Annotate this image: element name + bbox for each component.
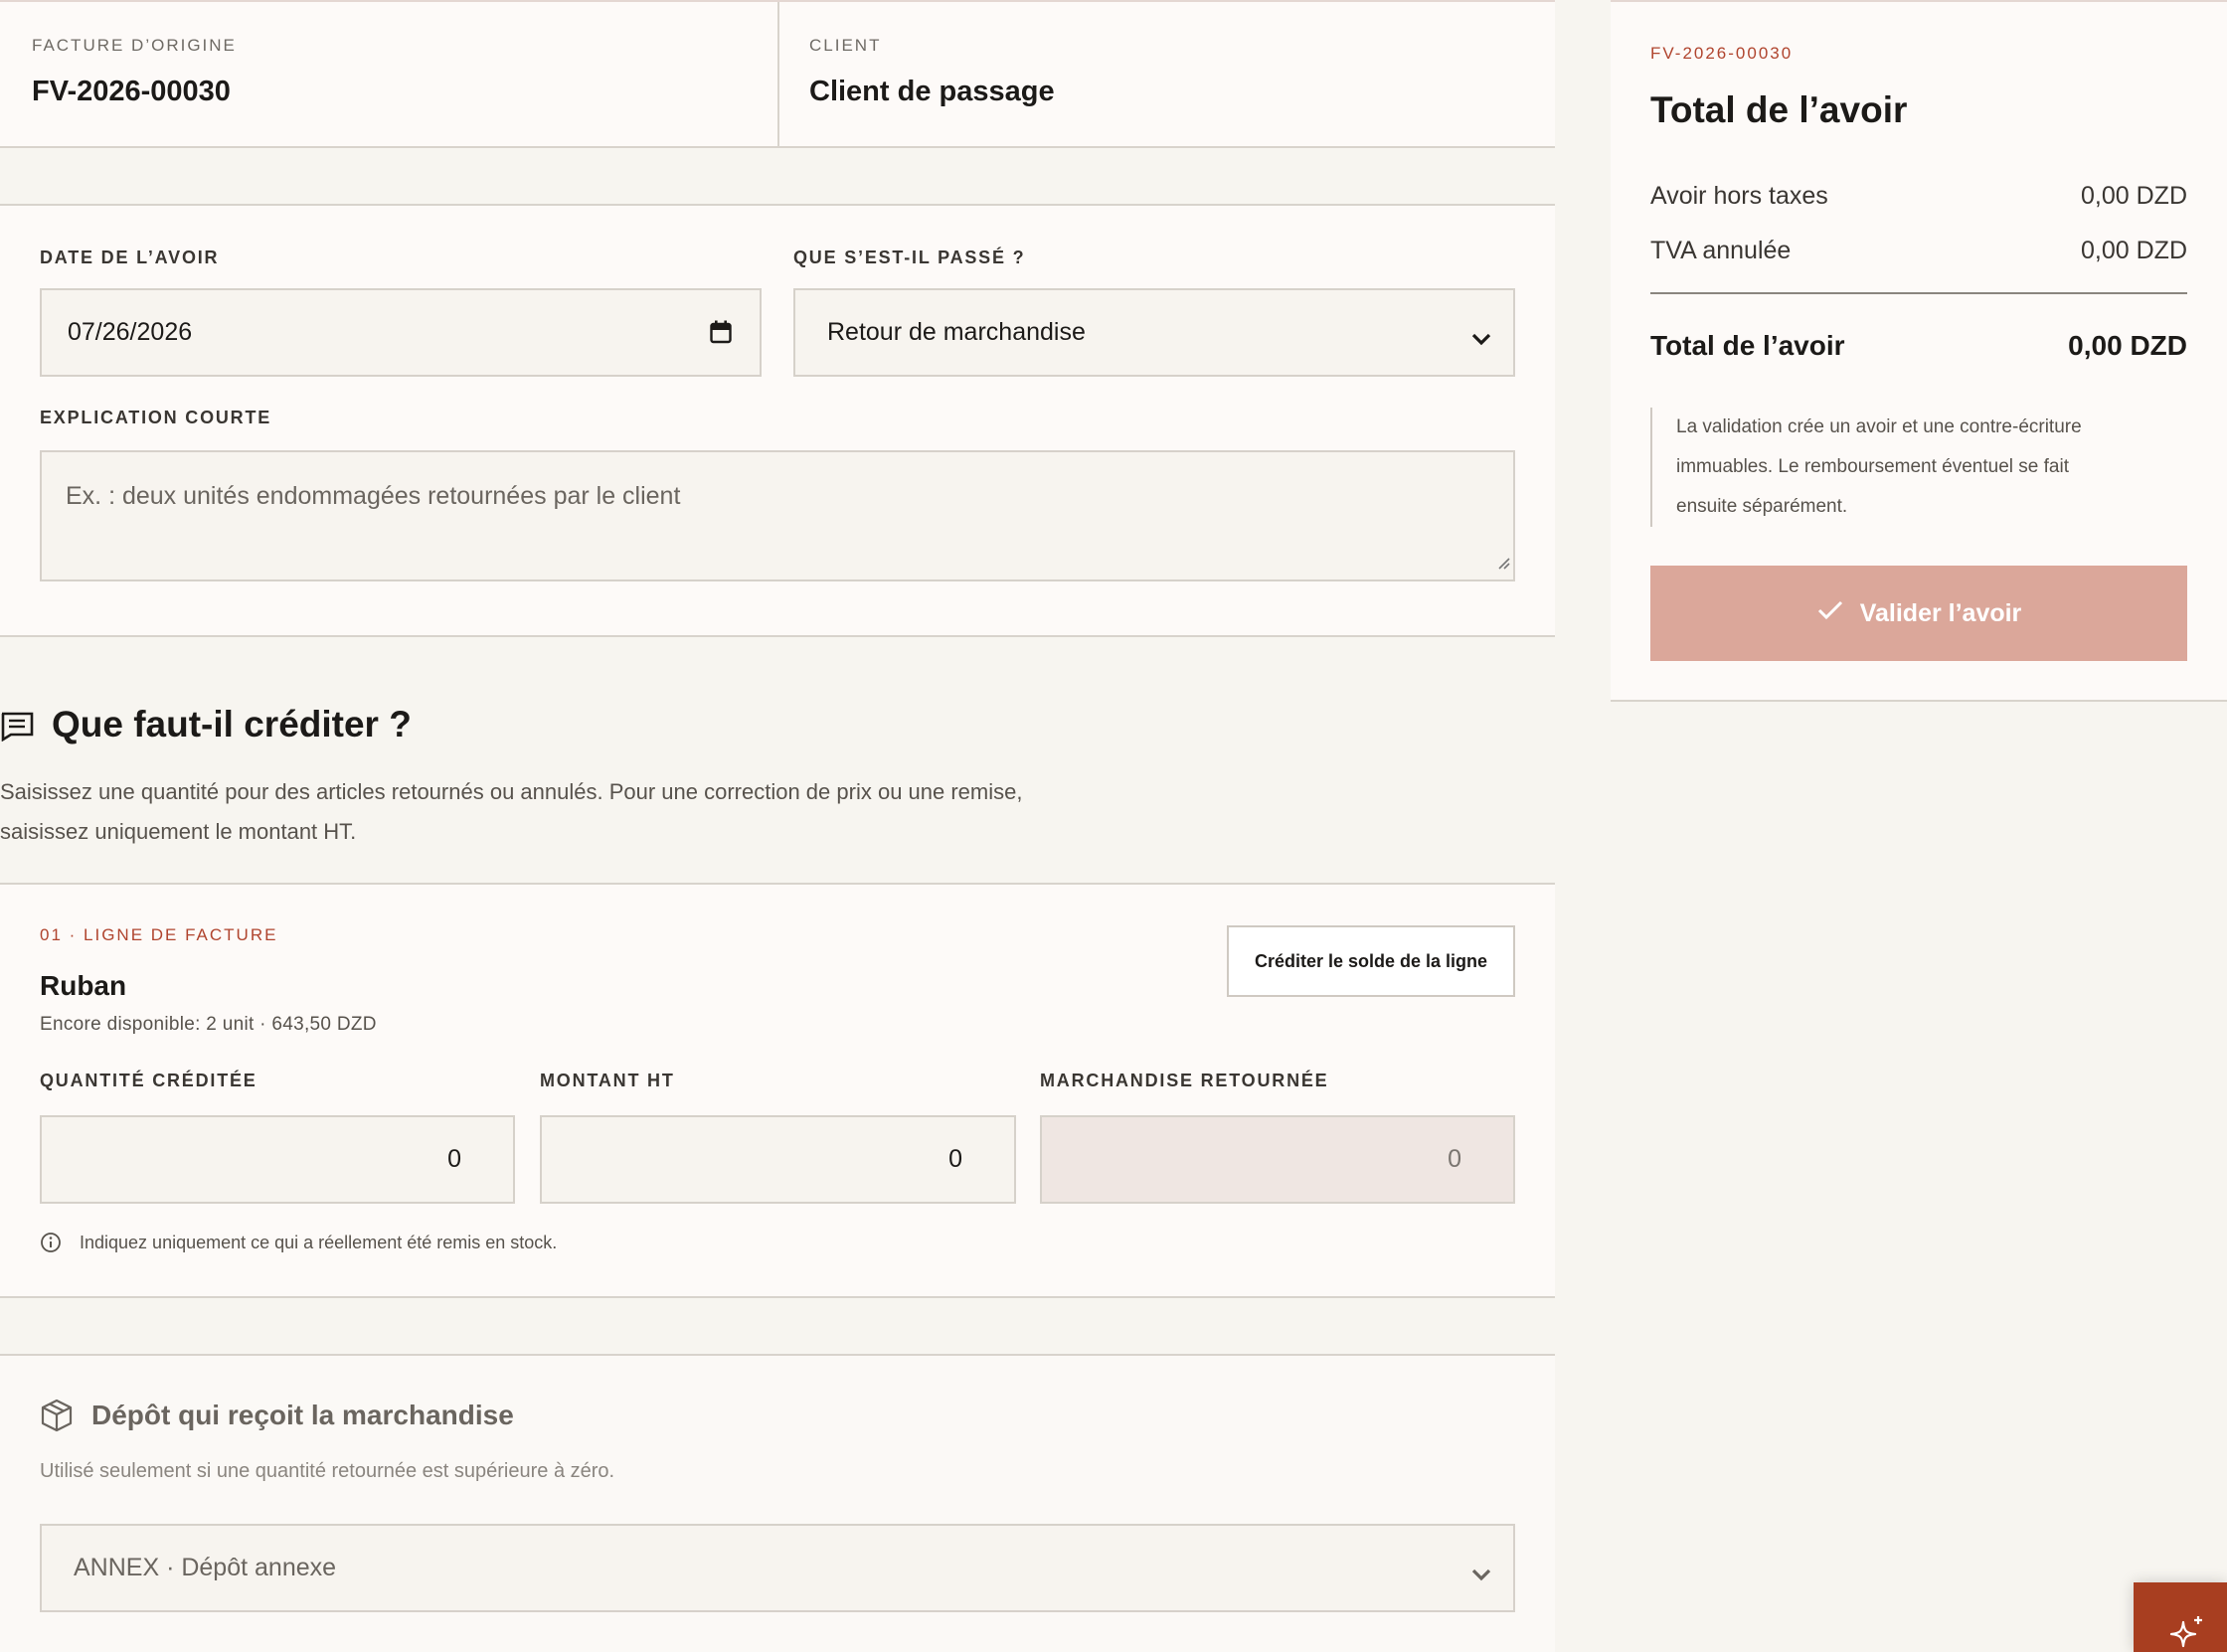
- origin-invoice-label: FACTURE D’ORIGINE: [32, 36, 237, 55]
- summary-total-label: Total de l’avoir: [1650, 330, 1845, 361]
- calendar-icon[interactable]: [710, 320, 732, 351]
- client-label: CLIENT: [809, 36, 882, 55]
- explanation-label: EXPLICATION COURTE: [40, 408, 272, 427]
- summary-total-row: Total de l’avoir 0,00 DZD: [1650, 330, 2187, 362]
- summary-title: Total de l’avoir: [1650, 89, 1908, 130]
- qty-input[interactable]: 0: [40, 1115, 515, 1204]
- depot-selected: ANNEX · Dépôt annexe: [74, 1554, 337, 1581]
- date-value: 07/26/2026: [68, 318, 193, 346]
- check-icon: [1816, 599, 1844, 628]
- client-value: Client de passage: [809, 76, 1055, 107]
- date-label: DATE DE L’AVOIR: [40, 248, 220, 267]
- credit-section-title: Que faut-il créditer ?: [52, 704, 412, 744]
- summary-divider: [1650, 292, 2187, 294]
- returned-input[interactable]: 0: [1040, 1115, 1515, 1204]
- summary-note-line-3: ensuite séparément.: [1676, 496, 1848, 517]
- summary-tva-label: TVA annulée: [1650, 237, 1792, 264]
- stock-hint: Indiquez uniquement ce qui a réellement …: [80, 1233, 558, 1252]
- date-input[interactable]: 07/26/2026: [40, 288, 762, 377]
- depot-select[interactable]: ANNEX · Dépôt annexe: [40, 1524, 1515, 1612]
- summary-ht-value: 0,00 DZD: [2081, 182, 2187, 210]
- summary-invoice-ref: FV-2026-00030: [1650, 44, 1794, 63]
- receipt-icon: [0, 712, 34, 746]
- assistant-fab-button[interactable]: [2134, 1582, 2227, 1652]
- line-index-label: 01 · LIGNE DE FACTURE: [40, 925, 278, 944]
- summary-note-line-1: La validation crée un avoir et une contr…: [1676, 416, 2082, 437]
- returned-value: 0: [1448, 1145, 1461, 1173]
- explanation-placeholder: Ex. : deux unités endommagées retournées…: [66, 482, 681, 510]
- reason-value: Retour de marchandise: [827, 318, 1086, 346]
- summary-ht-label: Avoir hors taxes: [1650, 182, 1828, 210]
- depot-description: Utilisé seulement si une quantité retour…: [40, 1460, 615, 1482]
- explanation-textarea[interactable]: Ex. : deux unités endommagées retournées…: [40, 450, 1515, 581]
- summary-ht-row: Avoir hors taxes 0,00 DZD: [1650, 182, 2187, 211]
- client-cell: CLIENT Client de passage: [777, 2, 1555, 146]
- origin-invoice-cell: FACTURE D’ORIGINE FV-2026-00030: [0, 2, 777, 146]
- info-icon: [40, 1232, 62, 1258]
- credit-note-form: DATE DE L’AVOIR 07/26/2026 QUE S’EST-IL …: [0, 204, 1555, 637]
- returned-label: MARCHANDISE RETOURNÉE: [1040, 1071, 1329, 1090]
- product-name: Ruban: [40, 970, 127, 1001]
- depot-card: Dépôt qui reçoit la marchandise Utilisé …: [0, 1354, 1555, 1652]
- credit-summary-panel: FV-2026-00030 Total de l’avoir Avoir hor…: [1611, 0, 2227, 702]
- summary-total-value: 0,00 DZD: [2068, 330, 2187, 361]
- package-icon: [40, 1399, 74, 1437]
- reason-label: QUE S’EST-IL PASSÉ ?: [793, 248, 1026, 267]
- credit-section-description-2: saisissez uniquement le montant HT.: [0, 819, 357, 844]
- chevron-down-icon: [1471, 324, 1491, 353]
- amount-value: 0: [948, 1145, 962, 1173]
- amount-input[interactable]: 0: [540, 1115, 1016, 1204]
- invoice-line-card: 01 · LIGNE DE FACTURE Ruban Encore dispo…: [0, 883, 1555, 1298]
- depot-title: Dépôt qui reçoit la marchandise: [91, 1400, 514, 1430]
- qty-label: QUANTITÉ CRÉDITÉE: [40, 1071, 257, 1090]
- summary-tva-row: TVA annulée 0,00 DZD: [1650, 237, 2187, 265]
- summary-note-line-2: immuables. Le remboursement éventuel se …: [1676, 456, 2069, 477]
- available-text: Encore disponible: 2 unit · 643,50 DZD: [40, 1014, 377, 1035]
- invoice-info-row: FACTURE D’ORIGINE FV-2026-00030 CLIENT C…: [0, 0, 1555, 148]
- chevron-down-icon: [1471, 1560, 1491, 1588]
- validate-button-label: Valider l’avoir: [1859, 598, 2022, 627]
- summary-tva-value: 0,00 DZD: [2081, 237, 2187, 264]
- amount-label: MONTANT HT: [540, 1071, 675, 1090]
- validate-credit-note-button[interactable]: Valider l’avoir: [1650, 566, 2187, 661]
- resize-handle-icon[interactable]: [1495, 549, 1511, 578]
- summary-note: La validation crée un avoir et une contr…: [1650, 408, 2187, 527]
- credit-line-balance-button[interactable]: Créditer le solde de la ligne: [1227, 925, 1515, 997]
- reason-select[interactable]: Retour de marchandise: [793, 288, 1515, 377]
- origin-invoice-value: FV-2026-00030: [32, 76, 231, 107]
- qty-value: 0: [447, 1145, 461, 1173]
- credit-section-description-1: Saisissez une quantité pour des articles…: [0, 779, 1023, 804]
- sparkles-icon: [2167, 1614, 2207, 1652]
